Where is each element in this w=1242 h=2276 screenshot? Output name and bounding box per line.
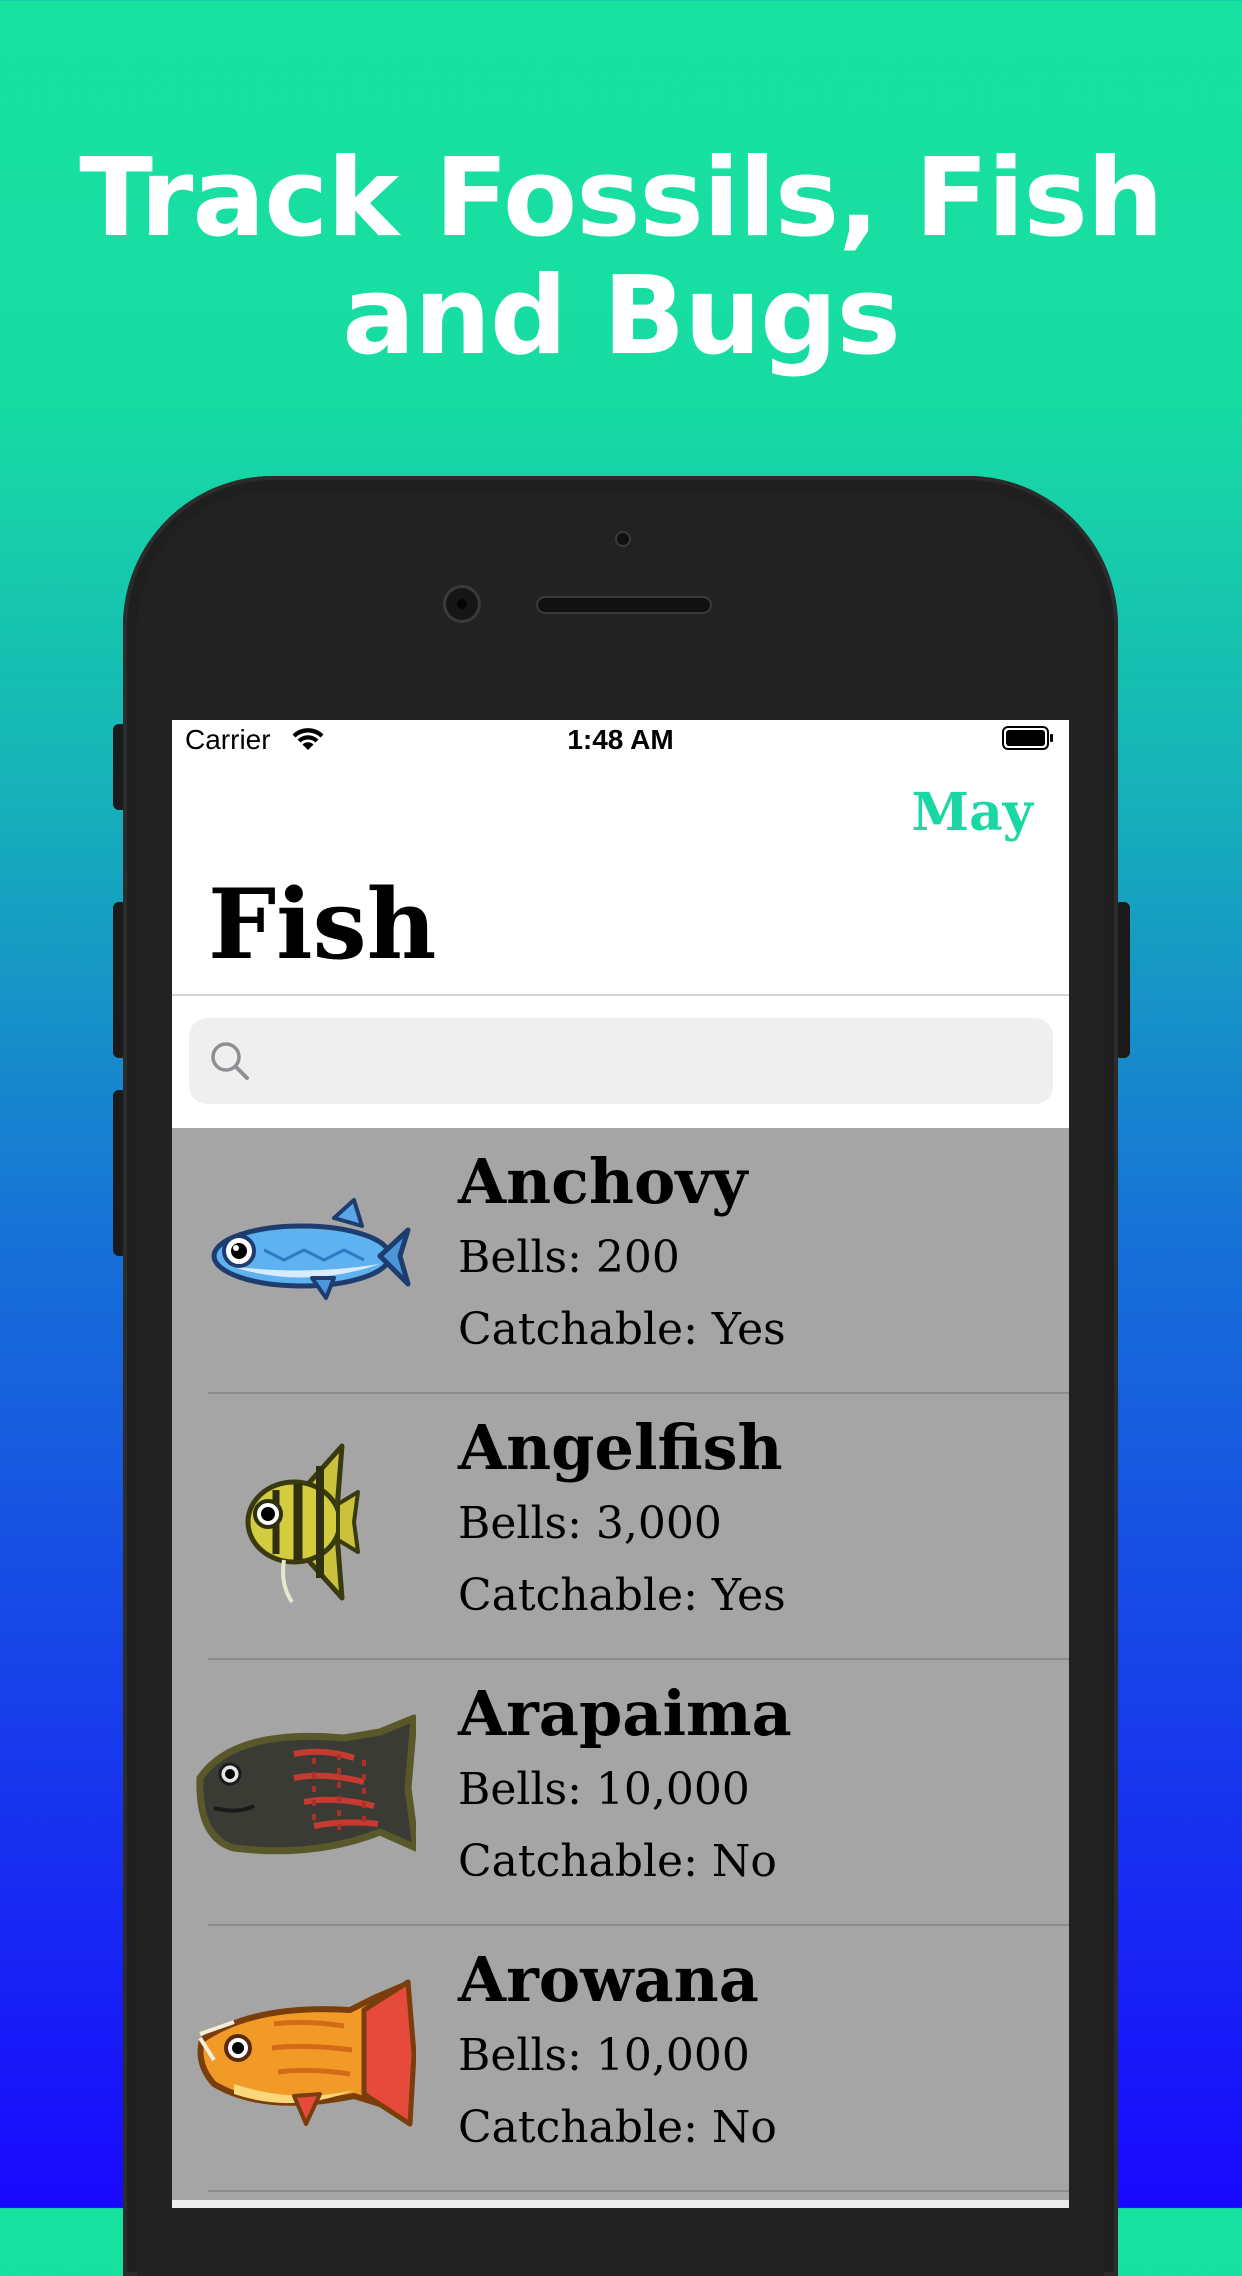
- fish-name: Anchovy: [458, 1145, 748, 1218]
- fish-catchable: Catchable: No: [458, 2102, 777, 2153]
- nav-divider: [172, 994, 1069, 996]
- search-bar[interactable]: [189, 1018, 1053, 1106]
- list-item[interactable]: Angelfish Bells: 3,000 Catchable: Yes: [172, 1394, 1069, 1660]
- list-item-text: Anchovy Bells: 200 Catchable: Yes: [458, 1142, 786, 1366]
- fish-bells: Bells: 10,000: [458, 2030, 750, 2081]
- search-input[interactable]: [265, 1018, 1039, 1106]
- proximity-sensor: [617, 533, 629, 545]
- fish-bells: Bells: 10,000: [458, 1764, 750, 1815]
- fish-catchable: Catchable: No: [458, 1836, 777, 1887]
- fish-bells: Bells: 200: [458, 1232, 680, 1283]
- fish-list: Anchovy Bells: 200 Catchable: Yes Angelf…: [172, 1128, 1069, 2208]
- fish-catchable: Catchable: Yes: [458, 1570, 786, 1621]
- promo-headline: Track Fossils, Fish and Bugs: [0, 140, 1242, 376]
- fish-name: Arowana: [458, 1943, 759, 2016]
- fish-name: Angelfish: [458, 1411, 783, 1484]
- list-item[interactable]: Anchovy Bells: 200 Catchable: Yes: [172, 1128, 1069, 1394]
- list-item-text: Arapaima Bells: 10,000 Catchable: No: [458, 1674, 792, 1898]
- page-title: Fish: [208, 868, 437, 981]
- status-bar: Carrier 1:48 AM: [172, 720, 1069, 760]
- list-item[interactable]: Arapaima Bells: 10,000 Catchable: No: [172, 1660, 1069, 1926]
- arapaima-fish-icon: [196, 1714, 416, 1855]
- fish-bells: Bells: 3,000: [458, 1498, 722, 1549]
- anchovy-fish-icon: [211, 1198, 411, 1300]
- list-item-text: Angelfish Bells: 3,000 Catchable: Yes: [458, 1408, 786, 1632]
- earpiece-speaker: [538, 598, 710, 612]
- promo-headline-line1: Track Fossils, Fish: [79, 136, 1163, 261]
- arowana-fish-icon: [197, 1979, 416, 2127]
- search-icon: [211, 1042, 249, 1080]
- list-item-text: Arowana Bells: 10,000 Catchable: No: [458, 1940, 777, 2164]
- status-time: 1:48 AM: [567, 724, 674, 755]
- battery-icon: [1002, 726, 1053, 750]
- list-bottom-edge: [172, 2200, 1069, 2208]
- front-camera: [446, 588, 478, 620]
- promo-headline-line2: and Bugs: [342, 254, 900, 379]
- row-separator: [208, 2190, 1069, 2192]
- phone-screen: Carrier 1:48 AM May Fish Anchovy Bells: …: [172, 720, 1069, 2208]
- fish-name: Arapaima: [458, 1677, 792, 1750]
- angelfish-fish-icon: [245, 1443, 360, 1604]
- month-selector-button[interactable]: May: [912, 782, 1033, 843]
- list-item[interactable]: Arowana Bells: 10,000 Catchable: No: [172, 1926, 1069, 2192]
- fish-catchable: Catchable: Yes: [458, 1304, 786, 1355]
